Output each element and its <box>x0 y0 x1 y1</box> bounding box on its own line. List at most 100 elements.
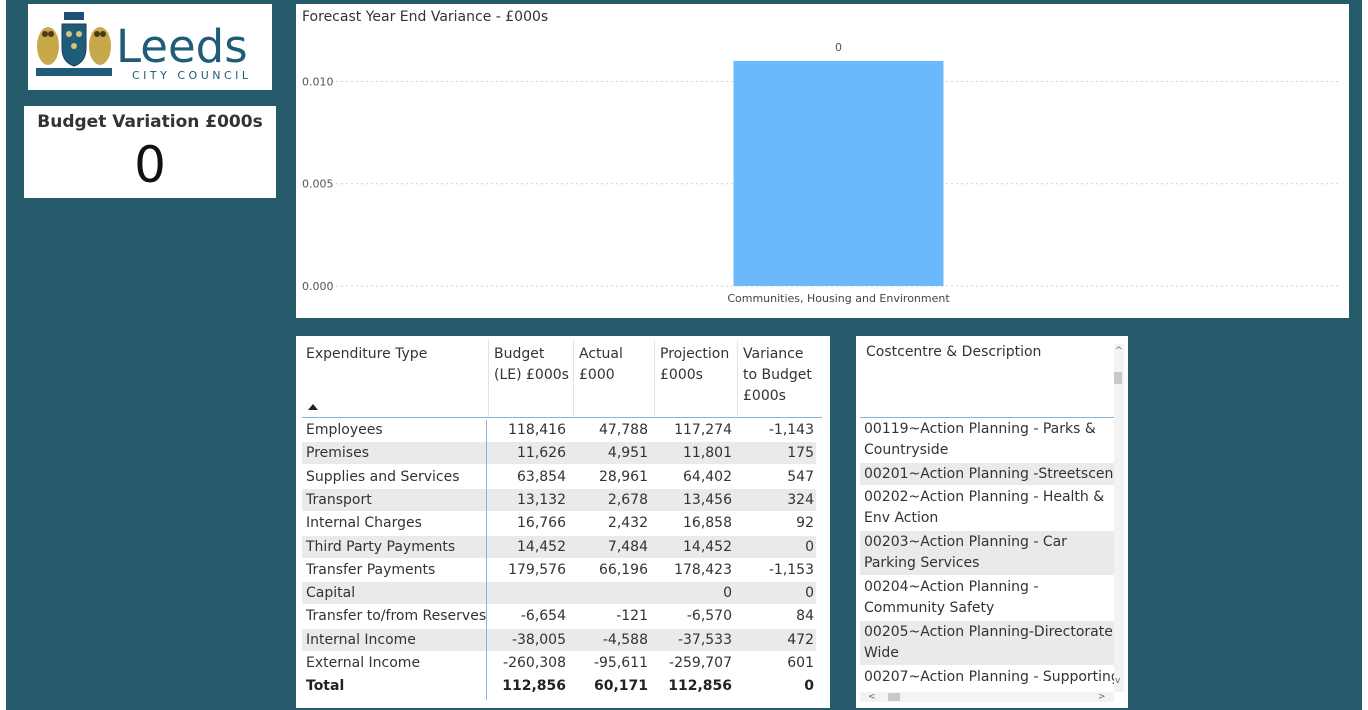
cell-value: 14,452 <box>683 538 732 555</box>
leeds-city-council-logo: Leeds CITY COUNCIL <box>28 4 272 90</box>
slicer-item[interactable]: 00204~Action Planning - Community Safety <box>860 576 1114 620</box>
cell-value: -6,654 <box>520 608 566 625</box>
cell-value: 11,626 <box>517 445 566 462</box>
cell-value: 13,456 <box>683 491 732 508</box>
cell-value: 84 <box>796 608 814 625</box>
cell-value: 14,452 <box>517 538 566 555</box>
scroll-down-icon[interactable]: v <box>1115 676 1120 686</box>
slicer-item[interactable]: 00207~Action Planning - Supporting <box>860 666 1114 690</box>
column-header-text: (LE) £000s <box>494 367 569 383</box>
slicer-item[interactable]: 00205~Action Planning-Directorate Wide <box>860 621 1114 665</box>
coat-of-arms-icon: Leeds CITY COUNCIL <box>36 12 252 82</box>
table-row[interactable]: Supplies and Services 63,854 28,961 64,402 5… <box>302 466 816 488</box>
column-header-text: Expenditure Type <box>306 346 428 362</box>
expenditure-matrix[interactable]: Expenditure Type Budget (LE) £000s Actual £0… <box>296 336 830 708</box>
horizontal-scrollbar[interactable]: < > <box>860 692 1114 702</box>
slicer-item-text: 00204~Action Planning - <box>864 579 1039 595</box>
cell-value: 0 <box>723 585 732 602</box>
logo-main-text: Leeds <box>116 20 248 73</box>
cell-value: 178,423 <box>674 561 732 578</box>
table-row[interactable]: Transport 13,132 2,678 13,456 324 <box>302 488 816 511</box>
table-row[interactable]: Capital 0 0 <box>302 582 816 605</box>
row-label: Total <box>306 678 345 695</box>
cell-value: 0 <box>805 585 814 602</box>
scrollbar-thumb[interactable] <box>1114 372 1122 384</box>
table-row[interactable]: Internal Income -38,005 -4,588 -37,533 472 <box>302 628 816 651</box>
table-row[interactable]: Employees 118,416 47,788 117,274 -1,143 <box>302 419 816 441</box>
slicer-item[interactable]: 00201~Action Planning -Streetscene <box>860 463 1114 485</box>
cell-value: 472 <box>787 631 814 648</box>
cell-value: 92 <box>796 515 814 532</box>
y-tick-label: 0.010 <box>302 75 334 88</box>
row-label: Supplies and Services <box>306 468 460 485</box>
cell-value: 7,484 <box>607 538 648 555</box>
cell-value: 175 <box>787 445 814 462</box>
cell-value: 112,856 <box>668 678 732 695</box>
column-header[interactable]: Variance to Budget £000s <box>743 344 812 407</box>
slicer-item-text: Community Safety <box>864 600 995 616</box>
chart-plot: 0.000 0.005 0.010 0 Communities, Housing and… <box>302 41 1341 305</box>
vertical-scrollbar[interactable]: ^ v <box>1114 344 1124 692</box>
kpi-value: 0 <box>134 136 166 194</box>
cell-value: 28,961 <box>599 468 648 485</box>
cell-value: -37,533 <box>677 631 732 648</box>
column-header-text: Actual <box>579 346 623 362</box>
scroll-right-icon[interactable]: > <box>1098 692 1106 702</box>
cell-value: 601 <box>787 655 814 671</box>
cell-value: 179,576 <box>508 561 566 578</box>
table-row[interactable]: External Income -260,308 -95,611 -259,707 60… <box>302 652 816 674</box>
slicer-item-text: Countryside <box>864 442 949 458</box>
cell-value: 13,132 <box>517 491 566 508</box>
scroll-up-icon[interactable]: ^ <box>1115 346 1123 356</box>
sort-ascending-icon[interactable] <box>308 404 318 410</box>
header-separator <box>737 340 738 418</box>
cell-value: -1,153 <box>768 561 814 578</box>
slicer-item-text: 00207~Action Planning - Supporting <box>864 669 1114 685</box>
row-label: Premises <box>306 445 369 462</box>
variance-bar-chart[interactable]: Forecast Year End Variance - £000s 0.000… <box>296 4 1349 318</box>
cell-value: 4,951 <box>607 445 648 462</box>
cell-value: 117,274 <box>674 422 732 438</box>
table-row[interactable]: Internal Charges 16,766 2,432 16,858 92 <box>302 512 816 534</box>
column-header[interactable]: Projection £000s <box>660 344 729 386</box>
x-category-label: Communities, Housing and Environment <box>727 292 950 305</box>
logo-sub-text: CITY COUNCIL <box>132 69 252 82</box>
slicer-item[interactable]: 00203~Action Planning - Car Parking Servi… <box>860 531 1114 575</box>
cell-value: 16,766 <box>517 515 566 532</box>
slicer-item-text: Env Action <box>864 510 939 526</box>
column-header[interactable]: Budget (LE) £000s <box>494 344 569 386</box>
row-label: Third Party Payments <box>306 538 456 555</box>
cell-value: 64,402 <box>683 468 732 485</box>
bar[interactable] <box>733 61 944 286</box>
h-scrollbar-thumb[interactable] <box>888 693 900 701</box>
table-row[interactable]: Transfer Payments 179,576 66,196 178,423 -1,… <box>302 559 816 581</box>
cell-value: 112,856 <box>502 678 566 695</box>
column-header-text: Variance <box>743 346 804 362</box>
column-header[interactable]: Actual £000 <box>579 344 623 386</box>
column-header[interactable]: Expenditure Type <box>306 344 427 365</box>
cell-value: -260,308 <box>503 655 566 671</box>
cell-value: 324 <box>787 491 814 508</box>
cell-value: 66,196 <box>599 561 648 578</box>
table-row[interactable]: Transfer to/from Reserves -6,654 -121 -6,57… <box>302 605 816 627</box>
slicer-item[interactable]: 00202~Action Planning - Health & Env Acti… <box>860 486 1114 530</box>
costcentre-slicer[interactable]: Costcentre & Description 00119~Action Pl… <box>856 336 1128 708</box>
column-header-text: £000s <box>743 388 786 404</box>
total-row[interactable]: Total 112,856 60,171 112,856 0 <box>302 675 816 697</box>
y-tick-label: 0.005 <box>302 178 334 191</box>
cell-value: 11,801 <box>683 445 732 462</box>
slicer-item[interactable]: 00119~Action Planning - Parks & Countrysi… <box>860 418 1114 462</box>
kpi-label: Budget Variation £000s <box>37 112 263 132</box>
scroll-left-icon[interactable]: < <box>868 692 876 702</box>
cell-value: 0 <box>804 678 814 695</box>
row-label: Internal Income <box>306 631 416 648</box>
cell-value: 0 <box>805 538 814 555</box>
row-label: Employees <box>306 422 383 438</box>
table-row[interactable]: Premises 11,626 4,951 11,801 175 <box>302 442 816 465</box>
bar-data-label: 0 <box>835 41 842 54</box>
cell-value: -95,611 <box>593 655 648 671</box>
header-divider <box>302 417 822 418</box>
budget-variation-card[interactable]: Budget Variation £000s 0 <box>24 106 276 198</box>
table-row[interactable]: Third Party Payments 14,452 7,484 14,452 0 <box>302 535 816 558</box>
y-tick-label: 0.000 <box>302 280 334 293</box>
